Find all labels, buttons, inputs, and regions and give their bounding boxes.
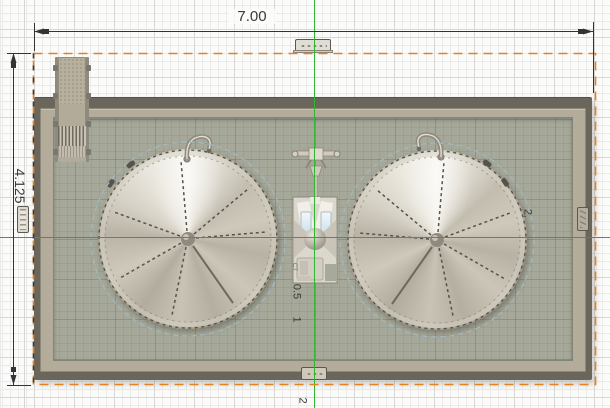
terminal-flange	[293, 50, 333, 53]
port-tab	[86, 65, 91, 71]
left-woofer-cone[interactable]	[98, 149, 278, 329]
left-cone-pipe-fitting	[178, 126, 220, 164]
aux-dimension-label-2[interactable]: 2	[297, 388, 308, 408]
part-code-label: CT	[291, 263, 297, 277]
terminal-ridges	[20, 209, 26, 230]
port-body-outer	[58, 57, 86, 104]
terminal-ridges	[580, 210, 586, 228]
port-tab	[53, 121, 58, 127]
right-woofer-cone[interactable]	[347, 150, 527, 330]
height-dimension-label[interactable]: 4.125	[11, 161, 27, 211]
port-body-inner	[58, 157, 86, 162]
terminal-strip-top[interactable]	[295, 39, 331, 52]
port-tab	[53, 65, 58, 71]
cad-viewport: CT 7.00 4	[0, 0, 610, 408]
right-cone-pipe-fitting	[408, 124, 450, 162]
port-grille-ribs-lower	[58, 146, 86, 157]
width-dimension-label[interactable]: 7.00	[228, 9, 276, 24]
port-rail-right	[86, 57, 89, 162]
port-grille-ribs	[58, 126, 86, 146]
port-body-wall-crossing	[58, 104, 86, 126]
width-dimension[interactable]	[34, 22, 594, 93]
aux-dimension-label-0-5[interactable]: 0.5	[291, 279, 302, 305]
aux-dimension-label-2-right[interactable]: 2.	[522, 201, 533, 227]
terminal-strip-bottom[interactable]	[301, 367, 327, 380]
left-woofer-detail	[98, 149, 278, 329]
port-tab	[86, 93, 91, 99]
port-duct[interactable]	[55, 57, 89, 162]
right-woofer-detail	[347, 150, 527, 330]
port-tab	[53, 149, 58, 155]
terminal-contacts	[305, 370, 323, 376]
tweeter-assembly[interactable]	[291, 196, 341, 288]
aux-dimension-label-1[interactable]: 1	[291, 307, 302, 333]
terminal-strip-right[interactable]	[577, 207, 589, 231]
port-tab	[86, 121, 91, 127]
terminal-contacts	[299, 42, 327, 48]
port-tab	[53, 93, 58, 99]
port-tab	[86, 149, 91, 155]
tweeter-bracket[interactable]	[290, 144, 342, 200]
